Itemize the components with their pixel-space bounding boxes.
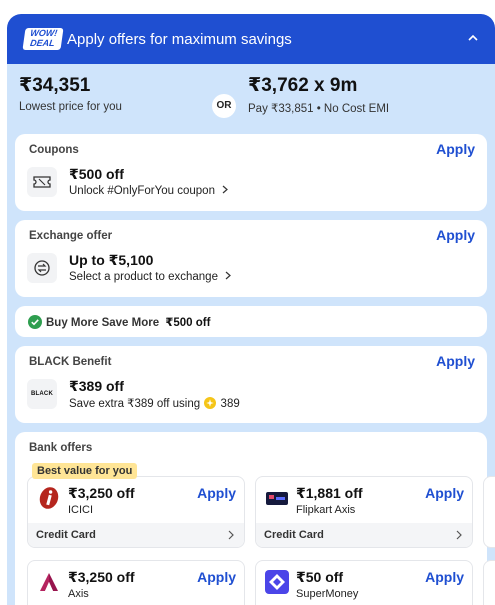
bank-name: Flipkart Axis: [296, 504, 356, 516]
supermoney-logo-icon: [265, 570, 289, 594]
check-circle-icon: [28, 315, 42, 329]
best-value-tag: Best value for you: [32, 463, 138, 479]
bank-offers-title: Bank offers: [29, 442, 93, 454]
chevron-right-icon: [225, 271, 232, 280]
exchange-desc[interactable]: Select a product to exchange: [69, 271, 232, 283]
bank-offer-amount: ₹1,881 off: [296, 485, 363, 501]
chevron-right-icon: [456, 530, 462, 540]
exchange-amount: Up to ₹5,100: [69, 252, 154, 268]
bank-offer-apply-button[interactable]: Apply: [197, 569, 236, 585]
black-benefit-panel: BLACK Benefit Apply BLACK ₹389 off Save …: [15, 346, 487, 423]
offers-header[interactable]: WOW! DEAL Apply offers for maximum savin…: [7, 14, 495, 64]
wow-deal-logo: WOW! DEAL: [22, 28, 64, 50]
bank-name: SuperMoney: [296, 588, 359, 600]
chevron-right-icon: [222, 185, 229, 194]
bank-name: Axis: [68, 588, 89, 600]
coupon-desc[interactable]: Unlock #OnlyForYou coupon: [69, 185, 229, 197]
black-benefit-desc: Save extra ₹389 off using 389: [69, 397, 240, 410]
bank-name: ICICI: [68, 504, 94, 516]
axis-logo-icon: [40, 573, 58, 591]
card-type-footer[interactable]: Credit Card: [28, 523, 244, 547]
coupons-apply-button[interactable]: Apply: [436, 141, 475, 157]
card-type-footer[interactable]: Credit Card: [256, 523, 472, 547]
coupons-title: Coupons: [29, 144, 79, 156]
next-card-peek: [483, 476, 495, 548]
chevron-up-icon[interactable]: [467, 33, 479, 43]
offers-title: Apply offers for maximum savings: [67, 31, 292, 48]
chevron-right-icon: [228, 530, 234, 540]
supercoin-icon: [204, 397, 217, 409]
black-benefit-amount: ₹389 off: [69, 378, 124, 394]
exchange-title: Exchange offer: [29, 230, 113, 242]
buy-more-label: Buy More Save More ₹500 off: [46, 317, 211, 329]
coupon-amount: ₹500 off: [69, 166, 124, 182]
icici-logo-icon: [39, 487, 59, 509]
coupons-panel: Coupons Apply ₹500 off Unlock #OnlyForYo…: [15, 134, 487, 211]
bank-offer-amount: ₹3,250 off: [68, 485, 135, 501]
black-logo: BLACK: [27, 379, 57, 409]
black-benefit-apply-button[interactable]: Apply: [436, 353, 475, 369]
bank-offer-apply-button[interactable]: Apply: [425, 485, 464, 501]
bank-offer-card-axis[interactable]: ₹3,250 off Axis Apply: [27, 560, 245, 605]
exchange-apply-button[interactable]: Apply: [436, 227, 475, 243]
lowest-price-label: Lowest price for you: [19, 101, 122, 113]
bank-offer-apply-button[interactable]: Apply: [197, 485, 236, 501]
bank-offer-card-flipkart-axis[interactable]: ₹1,881 off Flipkart Axis Apply Credit Ca…: [255, 476, 473, 548]
offers-card: WOW! DEAL Apply offers for maximum savin…: [7, 14, 495, 605]
flipkart-axis-card-icon: [266, 492, 288, 505]
bank-offer-card-icici[interactable]: ₹3,250 off ICICI Apply Credit Card: [27, 476, 245, 548]
next-card-peek: [483, 560, 495, 605]
emi-amount: ₹3,762 x 9m: [248, 75, 358, 96]
bank-offer-apply-button[interactable]: Apply: [425, 569, 464, 585]
or-badge: OR: [212, 94, 236, 118]
bank-offer-amount: ₹3,250 off: [68, 569, 135, 585]
exchange-icon: [27, 253, 57, 283]
bank-offer-amount: ₹50 off: [296, 569, 344, 585]
lowest-price-amount: ₹34,351: [19, 75, 91, 96]
bank-offer-card-supermoney[interactable]: ₹50 off SuperMoney Apply: [255, 560, 473, 605]
exchange-panel: Exchange offer Apply Up to ₹5,100 Select…: [15, 220, 487, 297]
coupon-icon: [27, 167, 57, 197]
buy-more-save-more-panel: Buy More Save More ₹500 off: [15, 306, 487, 337]
emi-label: Pay ₹33,851 • No Cost EMI: [248, 103, 390, 115]
black-benefit-title: BLACK Benefit: [29, 356, 112, 368]
